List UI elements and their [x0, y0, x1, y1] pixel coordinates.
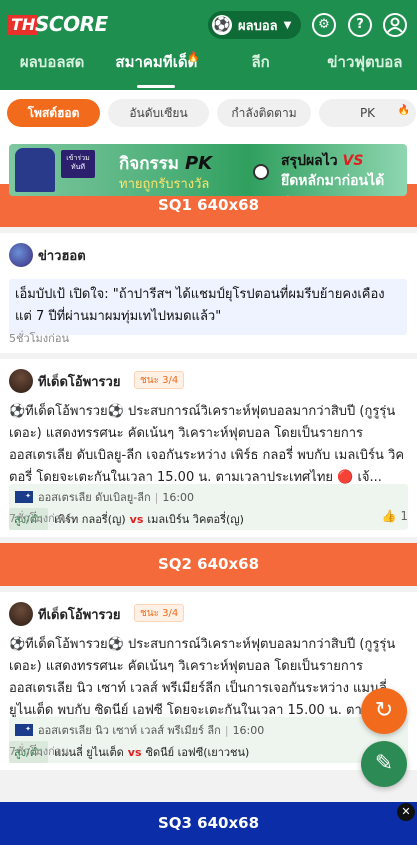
author-name[interactable]: ทีเด็ดโอ้พารวย — [38, 604, 120, 625]
tab-tipster-community[interactable]: สมาคมทีเด็ด 🔥 — [104, 48, 208, 90]
win-rate-badge: ชนะ 3/4 — [134, 371, 185, 389]
chip-label: อันดับเซียน — [129, 106, 188, 120]
banner-subline: ทายถูกรับรางวัล — [119, 177, 210, 192]
tab-label: ผลบอลสด — [19, 53, 85, 71]
settings-gear-icon[interactable]: ⚙ — [312, 13, 336, 37]
australia-flag-icon — [15, 491, 33, 503]
chip-pk[interactable]: PK 🔥 — [319, 99, 416, 127]
refresh-icon: ↻ — [374, 698, 394, 723]
thscore-logo[interactable]: TH SCORE — [8, 12, 108, 38]
chip-expert-ranking[interactable]: อันดับเซียน — [108, 99, 209, 127]
chip-label: กำลังติดตาม — [231, 106, 297, 120]
sport-selector-label: ผลบอล — [238, 18, 278, 34]
ad-label: SQ1 640x68 — [157, 196, 260, 214]
tab-label: ลีก — [251, 53, 270, 71]
tab-football-news[interactable]: ข่าวฟุตบอล — [313, 48, 417, 90]
avatar[interactable] — [9, 369, 33, 393]
kickoff-time: 16:00 — [162, 490, 195, 504]
soccer-ball-icon: ⚽ — [212, 15, 232, 35]
league-row: ออสเตรเลีย ดับเบิลยู-ลีก | 16:00 — [15, 488, 194, 506]
post-body[interactable]: ⚽ทีเด็ดโอ้พารวย⚽ ประสบการณ์วิเคราะห์ฟุตบ… — [9, 401, 409, 489]
compose-post-button[interactable]: ✎ — [361, 741, 407, 787]
chip-following[interactable]: กำลังติดตาม — [217, 99, 311, 127]
filter-chips: โพสต์ฮอต อันดับเซียน กำลังติดตาม PK 🔥 — [0, 90, 417, 136]
post-time: 5ชั่วโมงก่อน — [9, 332, 69, 345]
separator: | — [154, 490, 159, 504]
avatar[interactable] — [9, 602, 33, 626]
chip-label: PK — [359, 106, 376, 120]
fire-hot-icon: 🔥 — [187, 52, 200, 63]
ad-slot-sq2[interactable]: SQ2 640x68 — [0, 543, 417, 586]
post-time: 7ชั่วโมงก่อน — [9, 745, 69, 758]
author-name[interactable]: ข่าวฮอต — [38, 245, 86, 266]
banner-right-headline: สรุปผลไว VS — [281, 150, 363, 172]
sport-selector[interactable]: ⚽ ผลบอล ▼ — [208, 11, 301, 39]
chevron-down-icon: ▼ — [283, 19, 292, 31]
help-question-icon[interactable]: ? — [348, 13, 372, 37]
vs-label: vs — [127, 745, 142, 759]
soccer-ball-icon — [253, 164, 269, 180]
banner-pk: PK — [184, 153, 213, 174]
banner-activity: กิจกรรม — [119, 154, 180, 174]
banner-fast-results: สรุปผลไว — [281, 153, 338, 169]
app-header: TH SCORE ⚽ ผลบอล ▼ ⚙ ? ผลบอลสด สมาคมทีเด… — [0, 0, 417, 90]
away-team: ซิดนีย์ เอฟซี(เยาวชน) — [145, 746, 250, 759]
league-row: ออสเตรเลีย นิว เซาท์ เวลส์ พรีเมียร์ ลีก… — [15, 721, 264, 739]
logo-score: SCORE — [35, 12, 108, 36]
separator: | — [224, 723, 229, 737]
avatar — [9, 243, 33, 267]
tip-post-card[interactable]: ทีเด็ดโอ้พารวย ชนะ 3/4 ⚽ทีเด็ดโอ้พารวย⚽ … — [0, 592, 417, 770]
news-card[interactable]: ข่าวฮอต เอ็มบัปเป้ เปิดใจ: "ถ้าปารีสฯ ได… — [0, 233, 417, 353]
league-name: ออสเตรเลีย ดับเบิลยู-ลีก — [38, 491, 151, 504]
tab-label: สมาคมทีเด็ด — [115, 53, 198, 71]
user-icon-svg — [387, 17, 403, 33]
win-rate-badge: ชนะ 3/4 — [134, 604, 185, 622]
post-time: 7ชั่วโมงก่อน — [9, 512, 69, 525]
like-count: 1 — [400, 509, 408, 523]
fire-hot-icon: 🔥 — [397, 105, 410, 116]
refresh-button[interactable]: ↻ — [361, 688, 407, 734]
logo-th: TH — [8, 15, 39, 35]
league-name: ออสเตรเลีย นิว เซาท์ เวลส์ พรีเมียร์ ลีก — [38, 724, 221, 737]
join-now-badge: เข้าร่วมทันที — [61, 150, 95, 178]
close-ad-icon[interactable]: ✕ — [397, 803, 415, 821]
tab-leagues[interactable]: ลีก — [209, 48, 313, 90]
tab-label: ข่าวฟุตบอล — [327, 53, 403, 71]
vs-label: vs — [129, 512, 144, 526]
promo-banner-area: เข้าร่วมทันที กิจกรรม PK ทายถูกรับรางวัล… — [0, 136, 417, 196]
user-account-icon[interactable] — [383, 13, 407, 37]
thumbs-up-icon: 👍 — [381, 509, 397, 523]
like-button[interactable]: 👍 1 — [382, 509, 408, 523]
pk-promo-banner[interactable]: เข้าร่วมทันที กิจกรรม PK ทายถูกรับรางวัล… — [9, 144, 407, 196]
away-team: เมลเบิร์น วิคตอรี่(ญ) — [147, 513, 244, 526]
main-nav: ผลบอลสด สมาคมทีเด็ด 🔥 ลีก ข่าวฟุตบอล — [0, 48, 417, 90]
top-bar: TH SCORE ⚽ ผลบอล ▼ ⚙ ? — [0, 0, 417, 48]
tip-post-card[interactable]: ทีเด็ดโอ้พารวย ชนะ 3/4 ⚽ทีเด็ดโอ้พารวย⚽ … — [0, 359, 417, 537]
ad-slot-sq3[interactable]: SQ3 640x68 — [0, 802, 417, 845]
chip-label: โพสต์ฮอต — [27, 106, 80, 120]
ad-label: SQ2 640x68 — [157, 555, 260, 573]
news-headline[interactable]: เอ็มบัปเป้ เปิดใจ: "ถ้าปารีสฯ ได้แชมป์ยุ… — [9, 279, 407, 335]
banner-vs: VS — [342, 153, 364, 169]
post-body[interactable]: ⚽ทีเด็ดโอ้พารวย⚽ ประสบการณ์วิเคราะห์ฟุตบ… — [9, 634, 409, 722]
kickoff-time: 16:00 — [232, 723, 265, 737]
pencil-edit-icon: ✎ — [374, 751, 394, 776]
player-illustration — [15, 148, 55, 192]
chip-hot-posts[interactable]: โพสต์ฮอต — [7, 99, 100, 127]
australia-flag-icon — [15, 724, 33, 736]
banner-right-subline: ยึดหลักมาก่อนได้ก่อน — [281, 173, 385, 196]
ad-label: SQ3 640x68 — [157, 814, 260, 832]
tab-live-scores[interactable]: ผลบอลสด — [0, 48, 104, 90]
author-name[interactable]: ทีเด็ดโอ้พารวย — [38, 371, 120, 392]
